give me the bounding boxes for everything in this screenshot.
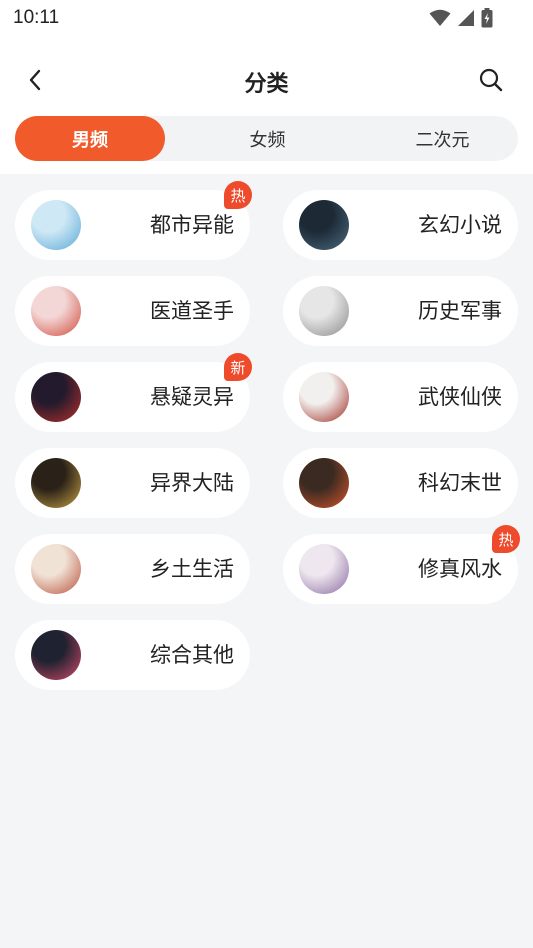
category-label: 乡土生活 — [150, 557, 234, 581]
category-label: 历史军事 — [418, 299, 502, 323]
category-card[interactable]: 悬疑灵异 新 — [15, 353, 252, 432]
status-bar: 10:11 — [0, 0, 533, 36]
category-card[interactable]: 科幻末世 — [283, 448, 518, 518]
category-label: 修真风水 — [418, 557, 502, 581]
category-label: 都市异能 — [150, 213, 234, 237]
status-time: 10:11 — [13, 7, 60, 28]
category-label: 悬疑灵异 — [150, 385, 234, 409]
search-button[interactable] — [475, 64, 507, 96]
category-card[interactable]: 修真风水 热 — [283, 525, 520, 604]
header-area: 10:11 分类 男频 女频 二次元 — [0, 0, 533, 174]
category-label: 异界大陆 — [150, 471, 234, 495]
category-cover-image — [299, 200, 349, 250]
category-cover-image — [31, 372, 81, 422]
status-icons — [429, 8, 493, 28]
category-card[interactable]: 综合其他 — [15, 620, 250, 690]
signal-icon — [458, 10, 474, 26]
category-cover-image — [31, 458, 81, 508]
nav-bar: 分类 — [0, 56, 533, 104]
category-cover-image — [31, 630, 81, 680]
category-cover-image — [299, 458, 349, 508]
category-card[interactable]: 玄幻小说 — [283, 190, 518, 260]
tab-male[interactable]: 男频 — [15, 116, 165, 161]
category-badge: 热 — [224, 181, 252, 209]
category-cover-image — [31, 544, 81, 594]
category-label: 综合其他 — [150, 643, 234, 667]
category-cover-image — [31, 286, 81, 336]
page-title: 分类 — [244, 72, 289, 97]
category-label: 医道圣手 — [150, 299, 234, 323]
category-label: 科幻末世 — [418, 471, 502, 495]
search-icon — [479, 68, 503, 92]
category-cover-image — [299, 286, 349, 336]
category-card[interactable]: 武侠仙侠 — [283, 362, 518, 432]
category-label: 玄幻小说 — [418, 213, 502, 237]
category-cover-image — [299, 544, 349, 594]
category-card[interactable]: 医道圣手 — [15, 276, 250, 346]
category-badge: 热 — [492, 525, 520, 553]
category-badge: 新 — [224, 353, 252, 381]
category-cover-image — [31, 200, 81, 250]
category-card[interactable]: 乡土生活 — [15, 534, 250, 604]
battery-icon — [481, 8, 493, 28]
tab-bar: 男频 女频 二次元 — [15, 116, 518, 161]
category-card[interactable]: 异界大陆 — [15, 448, 250, 518]
tab-female[interactable]: 女频 — [185, 116, 350, 161]
tab-anime[interactable]: 二次元 — [360, 116, 525, 161]
category-card[interactable]: 历史军事 — [283, 276, 518, 346]
category-label: 武侠仙侠 — [418, 385, 502, 409]
wifi-icon — [429, 9, 451, 26]
category-card[interactable]: 都市异能 热 — [15, 181, 252, 260]
category-cover-image — [299, 372, 349, 422]
